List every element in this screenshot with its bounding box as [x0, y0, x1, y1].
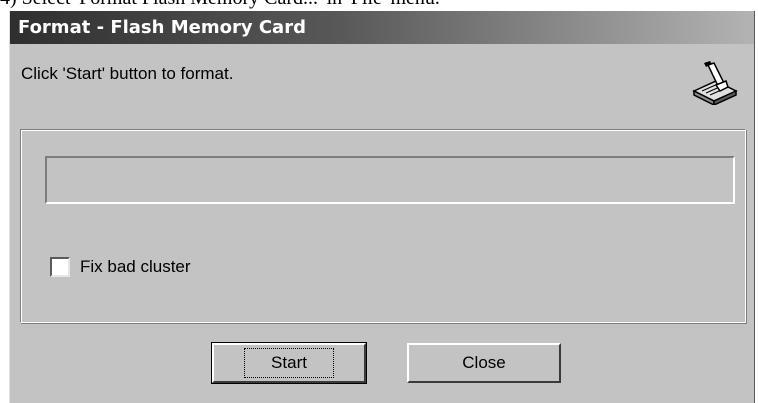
- window-title: Format - Flash Memory Card: [18, 17, 306, 38]
- start-button-label: Start: [244, 348, 334, 378]
- format-progress-bar: [45, 156, 735, 204]
- page-caption: 4) Select 'Format Flash Memory Card...' …: [0, 0, 758, 11]
- fix-bad-cluster-option[interactable]: Fix bad cluster: [50, 255, 191, 279]
- start-button[interactable]: Start: [211, 342, 367, 384]
- format-brush-icon: [692, 61, 738, 105]
- close-button[interactable]: Close: [407, 343, 561, 383]
- title-bar[interactable]: Format - Flash Memory Card: [10, 11, 754, 44]
- fix-bad-cluster-checkbox[interactable]: [50, 257, 70, 277]
- format-dialog: Format - Flash Memory Card Click 'Start'…: [9, 11, 755, 403]
- fix-bad-cluster-label: Fix bad cluster: [80, 257, 191, 276]
- instruction-text: Click 'Start' button to format.: [21, 64, 234, 83]
